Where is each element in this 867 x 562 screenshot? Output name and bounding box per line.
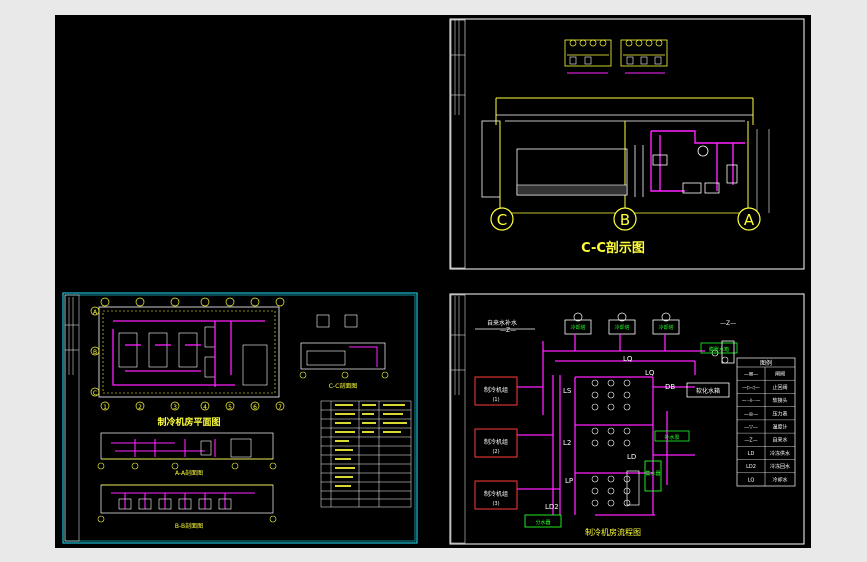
chiller-1-sub: (1) bbox=[492, 397, 499, 403]
section-detail-thumbs bbox=[564, 39, 668, 74]
section-b-title: B-B剖面图 bbox=[175, 522, 203, 530]
expansion-tank: 膨胀水箱 bbox=[700, 342, 738, 354]
pipe-label-ld: LD bbox=[627, 453, 636, 461]
pipe-label-ls: LS bbox=[563, 387, 572, 395]
pipe-label-db: DB bbox=[665, 383, 675, 391]
axis-label-a: A bbox=[744, 211, 755, 229]
pump-symbols bbox=[591, 349, 729, 507]
floor-plan: A B C 1 2 3 4 5 6 7 制冷机房平面图 bbox=[90, 297, 285, 428]
plan-grid-b: B bbox=[93, 349, 97, 356]
legend-symbol: —⊣⊢— bbox=[742, 398, 761, 404]
plan-title: 制冷机房平面图 bbox=[157, 416, 220, 428]
pipe-label-lq-2: LQ bbox=[645, 369, 655, 377]
svg-text:6: 6 bbox=[253, 404, 257, 411]
svg-text:膨胀水箱: 膨胀水箱 bbox=[709, 346, 729, 353]
pipe-label-l2: L2 bbox=[563, 439, 571, 447]
axis-label-c: C bbox=[497, 211, 507, 229]
section-sheet: C B A C-C剖示图 bbox=[449, 18, 805, 270]
section-a-a: A-A剖面图 bbox=[97, 432, 277, 477]
flow-sheet: 自来水补水 —Z— —Z— 冷却塔 冷却塔 冷却塔 制冷机组 (1) 制冷机组 … bbox=[449, 293, 805, 545]
legend-item-name: 冷却水 bbox=[772, 476, 787, 483]
equipment-table bbox=[320, 400, 412, 508]
legend-item-name: 软接头 bbox=[772, 397, 787, 404]
svg-text:3: 3 bbox=[173, 404, 177, 411]
cooling-towers: 冷却塔 冷却塔 冷却塔 bbox=[564, 312, 680, 335]
svg-text:2: 2 bbox=[138, 404, 142, 411]
legend-item-name: 压力表 bbox=[772, 410, 787, 417]
legend-symbol: —Z— bbox=[744, 438, 757, 444]
section-title: C-C剖示图 bbox=[581, 240, 645, 256]
section-c-c-small: C-C剖面图 bbox=[299, 314, 389, 390]
svg-text:补水泵: 补水泵 bbox=[664, 434, 679, 441]
pipe-label-ld2: LD2 bbox=[545, 503, 559, 511]
chiller-2: 制冷机组 (2) bbox=[474, 428, 518, 458]
legend-symbol: —◎— bbox=[744, 411, 758, 417]
svg-text:软化水箱: 软化水箱 bbox=[696, 387, 720, 395]
legend-item-name: 冷冻供水 bbox=[770, 450, 790, 457]
chiller-1: 制冷机组 (1) bbox=[474, 376, 518, 406]
pipe-label-lq-1: LQ bbox=[623, 355, 633, 363]
legend-item-name: 止回阀 bbox=[772, 384, 787, 391]
legend-symbol: —⊠— bbox=[744, 372, 758, 378]
chiller-2-label: 制冷机组 bbox=[484, 438, 508, 446]
cad-drawing-canvas[interactable]: C B A C-C剖示图 A B C 1 2 3 4 5 6 7 制冷机房平面图… bbox=[55, 15, 811, 548]
legend-rows: —⊠— 闸阀 —▷◁— 止回阀 —⊣⊢— 软接头 —◎— 压力表 —▽— 温度计 —Z— 自来水 LD 冷… bbox=[737, 371, 795, 483]
plan-sheet: A B C 1 2 3 4 5 6 7 制冷机房平面图 A-A剖面图 B-B剖面… bbox=[62, 292, 418, 544]
svg-text:5: 5 bbox=[228, 404, 232, 411]
legend-item-name: 温度计 bbox=[772, 424, 787, 431]
svg-text:分水器: 分水器 bbox=[535, 519, 550, 526]
cooling-tower-3-label: 冷却塔 bbox=[658, 324, 673, 331]
chiller-3-sub: (3) bbox=[492, 501, 499, 507]
legend-symbol: LQ bbox=[748, 477, 755, 483]
axis-label-b: B bbox=[620, 211, 630, 229]
svg-text:4: 4 bbox=[203, 404, 207, 411]
legend: 图例 —⊠— 闸阀 —▷◁— 止回阀 —⊣⊢— 软接头 —◎— 压力表 —▽— 温度计 —Z— 自来水… bbox=[736, 357, 796, 487]
legend-symbol: LD bbox=[748, 451, 755, 457]
legend-symbol: LD2 bbox=[746, 464, 756, 470]
plan-grid-a: A bbox=[93, 309, 98, 316]
legend-item-name: 自来水 bbox=[772, 437, 787, 444]
legend-item-name: 冷冻回水 bbox=[770, 463, 790, 470]
section-sheet-frame bbox=[449, 18, 805, 270]
water-supply-text: 自来水补水 bbox=[487, 319, 517, 327]
cad-drawing: C B A C-C剖示图 A B C 1 2 3 4 5 6 7 制冷机房平面图… bbox=[62, 18, 805, 545]
cooling-tower-1-label: 冷却塔 bbox=[570, 324, 585, 331]
svg-text:—Z—: —Z— bbox=[720, 320, 736, 327]
svg-text:7: 7 bbox=[278, 404, 282, 411]
cooling-tower-2-label: 冷却塔 bbox=[614, 324, 629, 331]
legend-item-name: 闸阀 bbox=[775, 371, 785, 378]
svg-text:集水器: 集水器 bbox=[645, 470, 660, 477]
plan-sheet-frame bbox=[62, 292, 418, 544]
section-b-b: B-B剖面图 bbox=[97, 484, 277, 530]
legend-symbol: —▷◁— bbox=[742, 385, 760, 391]
plan-grid-c: C bbox=[93, 390, 97, 397]
chiller-1-label: 制冷机组 bbox=[484, 386, 508, 394]
distributor: 分水器 bbox=[524, 514, 562, 528]
section-c-title: C-C剖面图 bbox=[329, 382, 358, 390]
chiller-2-sub: (2) bbox=[492, 449, 499, 455]
section-building bbox=[481, 97, 770, 213]
legend-title: 图例 bbox=[760, 359, 772, 367]
legend-symbol: —▽— bbox=[744, 425, 758, 431]
chiller-3: 制冷机组 (3) bbox=[474, 480, 518, 510]
chiller-3-label: 制冷机组 bbox=[484, 490, 508, 498]
flow-title: 制冷机房流程图 bbox=[585, 527, 641, 537]
svg-text:—Z—: —Z— bbox=[500, 327, 516, 334]
makeup-pump: 补水泵 bbox=[654, 430, 690, 442]
softener-tank: 软化水箱 bbox=[686, 382, 730, 398]
section-a-title: A-A剖面图 bbox=[175, 469, 203, 477]
svg-text:1: 1 bbox=[103, 404, 107, 411]
pipe-label-lp: LP bbox=[565, 477, 573, 485]
section-piping bbox=[650, 130, 745, 192]
